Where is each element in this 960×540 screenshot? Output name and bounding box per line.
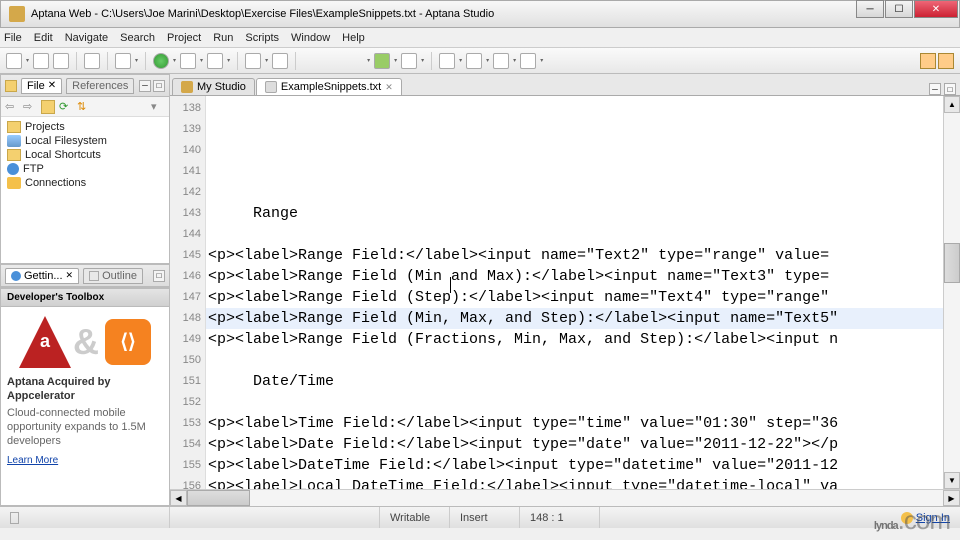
tab-mystudio[interactable]: My Studio <box>172 78 255 95</box>
file-tab-icon <box>5 80 17 92</box>
line-gutter: 138 139 140 141 142 143 144 145 146 147 … <box>170 96 206 489</box>
horizontal-scrollbar[interactable]: ◀▶ <box>170 489 960 506</box>
fwd-icon[interactable]: ⇨ <box>23 100 37 114</box>
devtoolbox-title: Developer's Toolbox <box>1 289 169 307</box>
editor-max-icon[interactable]: □ <box>944 83 956 95</box>
outline-tab[interactable]: Outline <box>83 268 143 284</box>
editor-min-icon[interactable]: ─ <box>929 83 941 95</box>
back-icon[interactable]: ⇦ <box>5 100 19 114</box>
saveall-icon[interactable] <box>53 53 69 69</box>
refresh-icon[interactable]: ⟳ <box>59 100 73 114</box>
open-icon[interactable] <box>245 53 261 69</box>
file-tree: Projects Local Filesystem Local Shortcut… <box>1 117 169 193</box>
news-body: Cloud-connected mobile opportunity expan… <box>7 406 163 449</box>
menu-navigate[interactable]: Navigate <box>65 32 108 44</box>
vertical-scrollbar[interactable]: ▲▼ <box>943 96 960 489</box>
news-headline: Aptana Acquired by Appcelerator <box>7 375 163 404</box>
references-tab[interactable]: References <box>66 78 134 94</box>
menu-run[interactable]: Run <box>213 32 233 44</box>
panel-max-icon[interactable]: □ <box>153 80 165 92</box>
file-toolbar: ⇦ ⇨ ⟳ ⇅ ▾ <box>1 97 169 117</box>
print-icon[interactable] <box>84 53 100 69</box>
menu-icon[interactable]: ▾ <box>151 100 165 114</box>
sync-icon[interactable]: ⇅ <box>77 100 91 114</box>
status-writable: Writable <box>380 507 450 528</box>
tree-connections[interactable]: Connections <box>7 176 163 190</box>
nav4-icon[interactable] <box>520 53 536 69</box>
tree-localfs[interactable]: Local Filesystem <box>7 134 163 148</box>
watermark: lynda.com <box>874 505 950 536</box>
status-insert: Insert <box>450 507 520 528</box>
debug-icon[interactable] <box>207 53 223 69</box>
code-editor[interactable]: Range <p><label>Range Field:</label><inp… <box>206 96 943 489</box>
menu-window[interactable]: Window <box>291 32 330 44</box>
menu-help[interactable]: Help <box>342 32 365 44</box>
panel-min-icon[interactable]: ─ <box>139 80 151 92</box>
nav1-icon[interactable] <box>439 53 455 69</box>
deploy-icon[interactable] <box>401 53 417 69</box>
tool-icon[interactable] <box>115 53 131 69</box>
main-toolbar: ▾ ▾ ▾ ▾ ▾ ▾ ▾ ▾ ▾ ▾ ▾ ▾ ▾ <box>0 48 960 74</box>
menubar: File Edit Navigate Search Project Run Sc… <box>0 28 960 48</box>
menu-edit[interactable]: Edit <box>34 32 53 44</box>
menu-project[interactable]: Project <box>167 32 201 44</box>
window-title: Aptana Web - C:\Users\Joe Marini\Desktop… <box>31 8 494 20</box>
perspective-1-icon[interactable] <box>920 53 936 69</box>
tab-close-icon[interactable]: ✕ <box>385 82 393 93</box>
titlebar: Aptana Web - C:\Users\Joe Marini\Desktop… <box>0 0 960 28</box>
runext-icon[interactable] <box>180 53 196 69</box>
panel2-max-icon[interactable]: □ <box>153 270 165 282</box>
menu-file[interactable]: File <box>4 32 22 44</box>
maximize-button[interactable]: ☐ <box>885 0 913 18</box>
minimize-button[interactable]: ─ <box>856 0 884 18</box>
script-icon[interactable] <box>374 53 390 69</box>
learn-more-link[interactable]: Learn More <box>7 454 58 467</box>
tree-ftp[interactable]: FTP <box>7 162 163 176</box>
text-caret <box>450 277 451 293</box>
up-icon[interactable] <box>41 100 55 114</box>
file-tab[interactable]: File ✕ <box>21 78 62 94</box>
nav2-icon[interactable] <box>466 53 482 69</box>
tree-shortcuts[interactable]: Local Shortcuts <box>7 148 163 162</box>
app-icon <box>9 6 25 22</box>
menu-scripts[interactable]: Scripts <box>245 32 279 44</box>
search-icon[interactable] <box>272 53 288 69</box>
run-icon[interactable] <box>153 53 169 69</box>
new-icon[interactable] <box>6 53 22 69</box>
save-icon[interactable] <box>33 53 49 69</box>
nav3-icon[interactable] <box>493 53 509 69</box>
close-button[interactable]: ✕ <box>914 0 958 18</box>
tree-projects[interactable]: Projects <box>7 120 163 134</box>
perspective-2-icon[interactable] <box>938 53 954 69</box>
tab-examplesnippets[interactable]: ExampleSnippets.txt✕ <box>256 78 402 95</box>
status-icon[interactable] <box>10 512 19 524</box>
status-position: 148 : 1 <box>520 507 600 528</box>
menu-search[interactable]: Search <box>120 32 155 44</box>
news-logo: a&⟨⟩ <box>7 313 163 371</box>
status-bar: Writable Insert 148 : 1 Sign In <box>0 506 960 528</box>
getting-started-tab[interactable]: Gettin... ✕ <box>5 268 79 284</box>
